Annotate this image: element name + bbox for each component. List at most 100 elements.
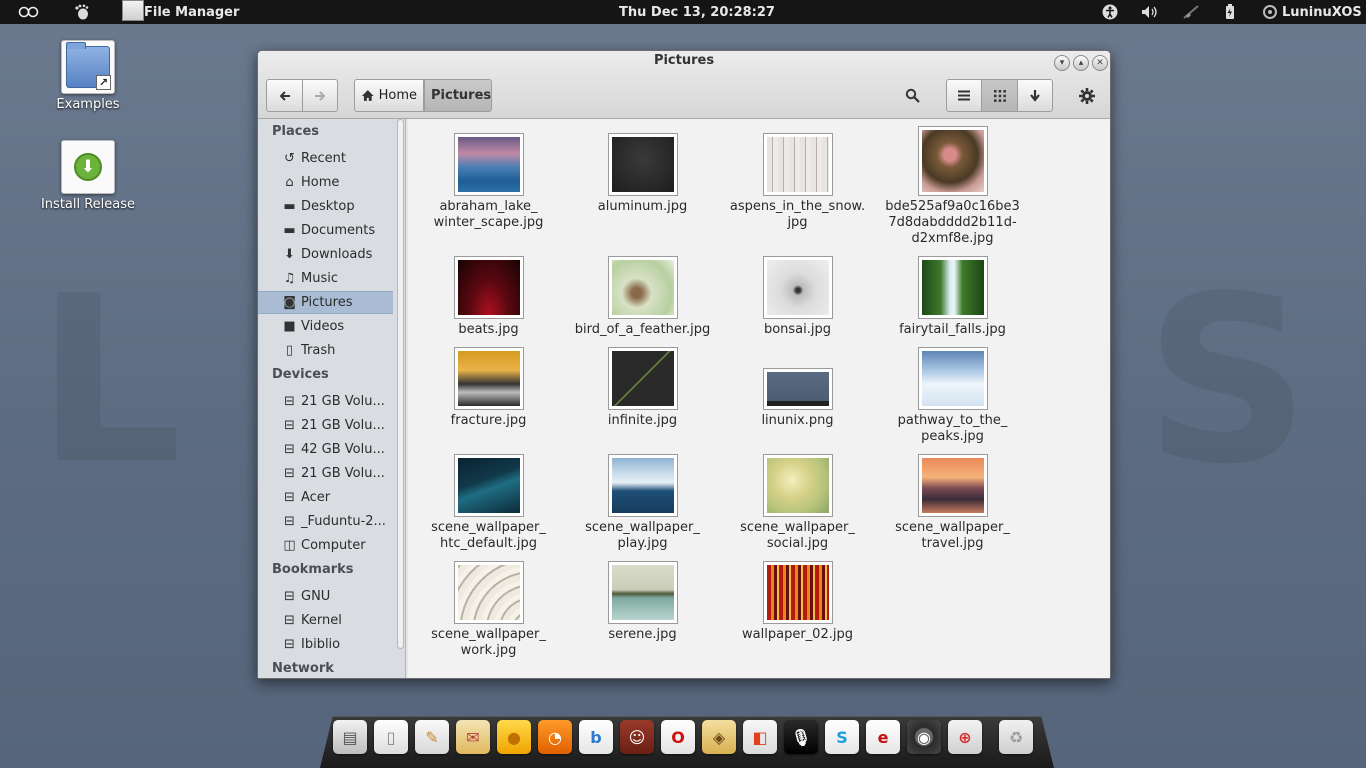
file-item[interactable]: scene_wallpaper_ travel.jpg [875, 455, 1030, 552]
app-menu-title[interactable]: File Manager [144, 0, 239, 24]
drive-icon: ⊟ [284, 466, 295, 481]
gnome-foot-icon[interactable] [74, 0, 90, 24]
sidebar-scrollbar[interactable] [395, 119, 404, 653]
image-thumbnail [608, 455, 677, 516]
sidebar-item-pictures[interactable]: ◙ Pictures [258, 291, 393, 314]
file-name: bonsai.jpg [763, 322, 832, 337]
file-name: aspens_in_the_snow. [729, 199, 866, 214]
sidebar-item-desktop[interactable]: ▬ Desktop [258, 195, 393, 218]
volume-icon[interactable] [1141, 0, 1159, 24]
clock[interactable]: Thu Dec 13, 20:28:27 [619, 0, 775, 24]
sidebar-item-music[interactable]: ♫ Music [258, 267, 393, 290]
sidebar-item-computer[interactable]: ◫ Computer [258, 534, 393, 557]
view-options-button[interactable] [1017, 79, 1053, 112]
camera-icon: ◙ [283, 295, 296, 310]
sidebar-item-recent[interactable]: ↺ Recent [258, 147, 393, 170]
maximize-button[interactable]: ▴ [1073, 55, 1089, 71]
settings-button[interactable] [1073, 79, 1101, 112]
home-icon [361, 90, 374, 101]
breadcrumb-home[interactable]: Home [354, 79, 424, 112]
file-item[interactable]: beats.jpg [411, 257, 566, 338]
places-header: Places [272, 124, 320, 139]
sidebar-item-videos[interactable]: ■ Videos [258, 315, 393, 338]
search-icon [905, 88, 920, 103]
file-item[interactable]: scene_wallpaper_ play.jpg [565, 455, 720, 552]
browser-icon[interactable]: e [866, 720, 900, 754]
sidebar-item-fuduntu[interactable]: ⊟ _Fuduntu-2... [258, 510, 393, 533]
breadcrumb-current-label: Pictures [431, 88, 492, 103]
download-icon: ⬇ [284, 247, 295, 262]
close-button[interactable]: ✕ [1092, 55, 1108, 71]
sound-recorder-icon[interactable]: 🎙 [784, 720, 818, 754]
sidebar-item-home[interactable]: ⌂ Home [258, 171, 393, 194]
search-button[interactable] [898, 79, 926, 112]
grid-view-button[interactable] [981, 79, 1018, 112]
sidebar-item-trash[interactable]: ▯ Trash [258, 339, 393, 362]
file-item[interactable]: bonsai.jpg [720, 257, 875, 338]
arrow-down-icon [1030, 89, 1040, 102]
document-icon[interactable]: ▯ [374, 720, 408, 754]
file-item[interactable]: infinite.jpg [565, 348, 720, 429]
computer-icon: ◫ [283, 538, 296, 553]
file-item[interactable]: aspens_in_the_snow. jpg [720, 134, 875, 231]
user-menu[interactable]: LuninuXOS [1282, 0, 1362, 24]
file-item[interactable]: pathway_to_the_ peaks.jpg [875, 348, 1030, 445]
sidebar-item-acer[interactable]: ⊟ Acer [258, 486, 393, 509]
file-item[interactable]: aluminum.jpg [565, 134, 720, 215]
rss-icon[interactable]: ◔ [538, 720, 572, 754]
file-item[interactable]: fairytail_falls.jpg [875, 257, 1030, 338]
file-manager-icon[interactable]: ▤ [333, 720, 367, 754]
file-item[interactable]: scene_wallpaper_ work.jpg [411, 562, 566, 659]
file-item[interactable]: linunix.png [720, 369, 875, 429]
mail-icon[interactable]: ✉ [456, 720, 490, 754]
file-item[interactable]: abraham_lake_ winter_scape.jpg [411, 134, 566, 231]
banshee-icon[interactable]: b [579, 720, 613, 754]
camera-app-icon[interactable]: ◉ [907, 720, 941, 754]
home-icon: ⌂ [285, 175, 294, 190]
list-view-button[interactable] [946, 79, 982, 112]
battery-icon[interactable] [1225, 0, 1235, 24]
sidebar-item-volume[interactable]: ⊟ 42 GB Volu... [258, 438, 393, 461]
file-item[interactable]: serene.jpg [565, 562, 720, 643]
text-editor-icon[interactable]: ✎ [415, 720, 449, 754]
skype-icon[interactable]: S [825, 720, 859, 754]
contacts-icon[interactable]: ☺ [620, 720, 654, 754]
sidebar-item-volume[interactable]: ⊟ 21 GB Volu... [258, 462, 393, 485]
sidebar-item-ibiblio[interactable]: ⊟ Ibiblio [258, 633, 393, 656]
image-thumbnail [918, 455, 987, 516]
archive-icon[interactable]: ◈ [702, 720, 736, 754]
sidebar-item-kernel[interactable]: ⊟ Kernel [258, 609, 393, 632]
sidebar-item-gnu[interactable]: ⊟ GNU [258, 585, 393, 608]
file-item[interactable]: wallpaper_02.jpg [720, 562, 875, 643]
titlebar[interactable]: Pictures ▾ ▴ ✕ Home Pictures [258, 51, 1110, 119]
accessibility-icon[interactable] [1102, 0, 1118, 24]
image-thumbnail [454, 257, 523, 318]
file-item[interactable]: scene_wallpaper_ social.jpg [720, 455, 875, 552]
back-button[interactable] [266, 79, 303, 112]
trash-dock-icon[interactable]: ♻ [999, 720, 1033, 754]
network-folder-icon: ⊟ [284, 613, 295, 628]
file-name: infinite.jpg [607, 413, 678, 428]
file-name: play.jpg [617, 536, 668, 551]
file-item[interactable]: fracture.jpg [411, 348, 566, 429]
recent-icon: ↺ [284, 151, 295, 166]
system-settings-icon[interactable]: ⊕ [948, 720, 982, 754]
sidebar-item-documents[interactable]: ▬ Documents [258, 219, 393, 242]
network-icon[interactable] [1182, 0, 1200, 24]
minimize-button[interactable]: ▾ [1054, 55, 1070, 71]
file-item[interactable]: bde525af9a0c16be3 7d8dabdddd2b11d-d2xmf8e… [875, 127, 1030, 247]
sidebar-item-volume[interactable]: ⊟ 21 GB Volu... [258, 414, 393, 437]
file-item[interactable]: scene_wallpaper_ htc_default.jpg [411, 455, 566, 552]
sidebar-item-volume[interactable]: ⊟ 21 GB Volu... [258, 390, 393, 413]
file-item[interactable]: bird_of_a_feather.jpg [565, 257, 720, 338]
opera-icon[interactable]: O [661, 720, 695, 754]
desktop-icon-examples[interactable]: ↗ Examples [38, 40, 138, 112]
network-header: Network [272, 661, 334, 676]
activities-icon[interactable] [18, 0, 40, 24]
breadcrumb-pictures[interactable]: Pictures [424, 79, 492, 112]
cheese-icon[interactable]: ● [497, 720, 531, 754]
sidebar-item-downloads[interactable]: ⬇ Downloads [258, 243, 393, 266]
desktop-icon-install-release[interactable]: ⬇ Install Release [38, 140, 138, 212]
software-center-icon[interactable]: ◧ [743, 720, 777, 754]
forward-button[interactable] [302, 79, 338, 112]
